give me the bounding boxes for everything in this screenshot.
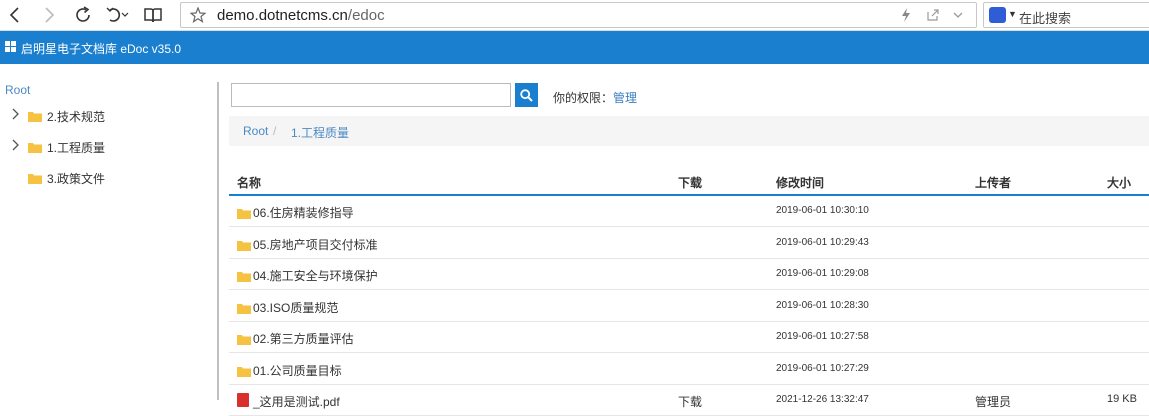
tree-node[interactable]: 2.技术规范 <box>0 105 210 125</box>
folder-icon <box>28 140 42 158</box>
app-title: 启明星电子文档库 eDoc v35.0 <box>21 42 182 56</box>
col-uploader[interactable]: 上传者 <box>975 174 1011 191</box>
pdf-file-icon <box>237 393 249 407</box>
table-row[interactable]: 05.房地产项目交付标准 2019-06-01 10:29:43 <box>229 228 1149 259</box>
folder-tree: Root 2.技术规范 1.工程质量 3.政策文件 <box>0 64 218 400</box>
row-name[interactable]: 03.ISO质量规范 <box>253 299 338 316</box>
table-row[interactable]: 04.施工安全与环境保护 2019-06-01 10:29:08 <box>229 259 1149 290</box>
breadcrumb-separator: / <box>273 124 277 138</box>
windows-logo-icon <box>5 41 17 53</box>
table-row[interactable]: 03.ISO质量规范 2019-06-01 10:28:30 <box>229 291 1149 322</box>
folder-icon <box>28 109 42 127</box>
row-name[interactable]: 02.第三方质量评估 <box>253 330 354 347</box>
table-row[interactable]: 06.住房精装修指导 2019-06-01 10:30:10 <box>229 196 1149 227</box>
chevron-right-icon[interactable] <box>12 108 20 123</box>
folder-icon <box>237 332 251 350</box>
engine-dropdown-icon[interactable]: ▼ <box>1008 9 1017 19</box>
row-modified: 2019-06-01 10:27:58 <box>776 331 869 342</box>
search-button[interactable] <box>515 83 538 107</box>
table-row[interactable]: 02.第三方质量评估 2019-06-01 10:27:58 <box>229 322 1149 353</box>
permission-info: 你的权限：管理 <box>553 91 638 105</box>
bookmark-star-icon[interactable] <box>189 6 207 28</box>
row-size: 19 KB <box>1107 393 1137 405</box>
col-modified[interactable]: 修改时间 <box>776 174 824 191</box>
row-name[interactable]: 06.住房精装修指导 <box>253 204 354 221</box>
chevron-down-icon[interactable] <box>952 8 964 26</box>
forward-icon[interactable] <box>38 4 60 26</box>
permission-value: 管理 <box>613 91 638 105</box>
back-icon[interactable] <box>4 4 26 26</box>
folder-icon <box>237 364 251 382</box>
breadcrumb-current[interactable]: 1.工程质量 <box>291 124 349 141</box>
table-header: 名称 下载 修改时间 上传者 大小 <box>229 168 1149 196</box>
row-name[interactable]: 01.公司质量目标 <box>253 362 342 379</box>
share-icon[interactable] <box>926 8 940 27</box>
col-download: 下载 <box>678 176 703 190</box>
search-input[interactable] <box>231 83 511 107</box>
row-modified: 2019-06-01 10:29:08 <box>776 268 869 279</box>
table-row[interactable]: 01.公司质量目标 2019-06-01 10:27:29 <box>229 354 1149 385</box>
browser-toolbar: demo.dotnetcms.cn/edoc ▼ 在此搜索 <box>0 0 1149 31</box>
reader-icon[interactable] <box>142 4 164 26</box>
folder-icon <box>237 238 251 256</box>
main-panel: 你的权限：管理 Root / 1.工程质量 名称 下载 修改时间 上传者 大小 … <box>229 64 1149 416</box>
lightning-icon[interactable] <box>900 8 912 27</box>
search-placeholder: 在此搜索 <box>1019 11 1072 26</box>
chevron-right-icon[interactable] <box>12 139 20 154</box>
url-text: demo.dotnetcms.cn/edoc <box>217 7 385 24</box>
sidebar-divider[interactable] <box>217 82 219 400</box>
search-icon <box>520 88 533 102</box>
search-engine-icon[interactable] <box>989 7 1006 23</box>
col-name[interactable]: 名称 <box>237 174 261 191</box>
tree-root[interactable]: Root <box>5 83 30 97</box>
row-modified: 2019-06-01 10:30:10 <box>776 205 869 216</box>
folder-icon <box>237 301 251 319</box>
col-size[interactable]: 大小 <box>1107 174 1131 191</box>
row-download-link[interactable]: 下载 <box>678 393 702 410</box>
address-bar[interactable]: demo.dotnetcms.cn/edoc <box>180 2 977 28</box>
row-uploader: 管理员 <box>975 395 1012 409</box>
tree-node[interactable]: 3.政策文件 <box>0 167 210 187</box>
row-name[interactable]: 04.施工安全与环境保护 <box>253 267 378 284</box>
tree-node-label: 3.政策文件 <box>47 172 106 186</box>
table-row[interactable]: _这用是测试.pdf 下载 2021-12-26 13:32:47 管理员 19 KB <box>229 385 1149 416</box>
folder-icon <box>28 171 42 189</box>
folder-icon <box>237 206 251 224</box>
tree-node-label: 1.工程质量 <box>47 141 106 155</box>
row-modified: 2019-06-01 10:29:43 <box>776 236 869 248</box>
refresh-icon[interactable] <box>72 4 94 26</box>
row-modified: 2019-06-01 10:27:29 <box>776 362 869 374</box>
folder-icon <box>237 269 251 287</box>
tree-node-label: 2.技术规范 <box>47 110 106 124</box>
breadcrumb: Root / 1.工程质量 <box>229 116 1149 146</box>
row-name[interactable]: _这用是测试.pdf <box>253 393 340 410</box>
undo-close-icon[interactable] <box>104 4 130 26</box>
row-name[interactable]: 05.房地产项目交付标准 <box>253 236 378 253</box>
browser-search-box[interactable]: ▼ 在此搜索 <box>983 2 1149 28</box>
row-modified: 2019-06-01 10:28:30 <box>776 299 869 311</box>
breadcrumb-root[interactable]: Root <box>243 124 268 138</box>
app-header: 启明星电子文档库 eDoc v35.0 <box>0 31 1149 64</box>
tree-node[interactable]: 1.工程质量 <box>0 136 210 156</box>
